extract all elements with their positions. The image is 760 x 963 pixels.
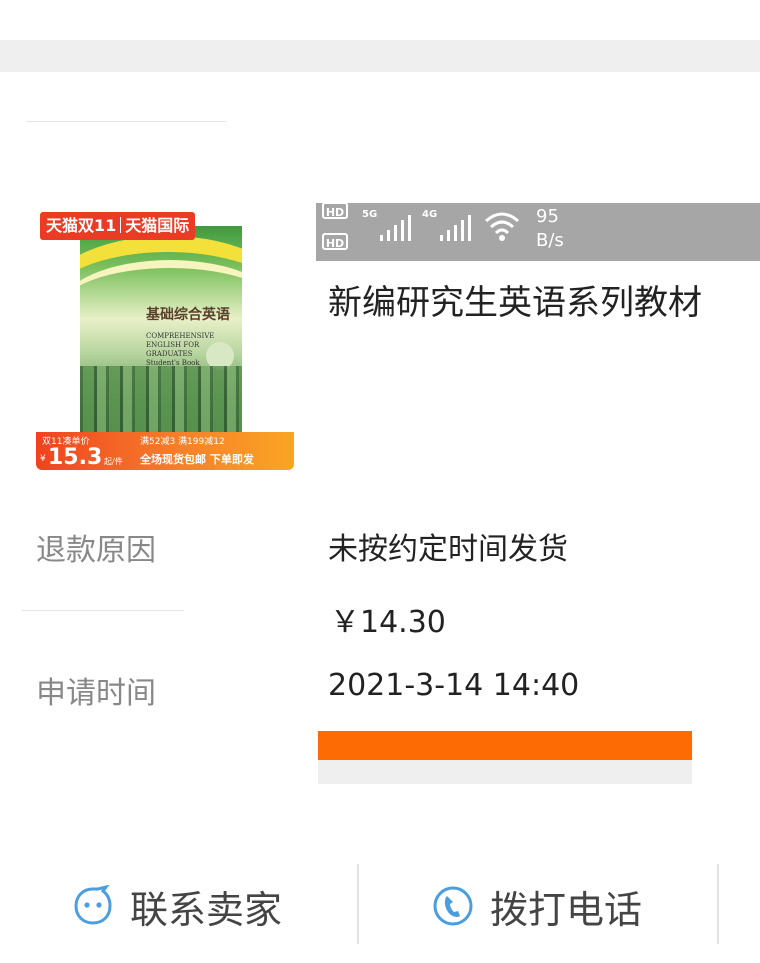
call-phone-button[interactable]: 拨打电话: [432, 866, 642, 946]
badge-tmall-intl: 天猫国际: [125, 216, 190, 235]
call-phone-label: 拨打电话: [490, 887, 643, 932]
price-banner: 双11凑单价 ¥ 15.3 起/件 满52减3 满199减12 全场现货包邮 下…: [36, 432, 294, 470]
book-title-cn: 基础综合英语: [146, 307, 230, 323]
apply-time-value: 2021-3-14 14:40: [328, 668, 580, 703]
network-speed: 95 B/s: [536, 206, 564, 251]
divider: [22, 610, 184, 611]
apply-time-label: 申请时间: [36, 676, 156, 711]
divider: [357, 864, 359, 944]
contact-seller-label: 联系卖家: [130, 887, 283, 932]
top-separator-bar: [0, 40, 760, 72]
network-5g-label: 5G: [362, 209, 378, 220]
refund-progress-bar: [318, 731, 692, 760]
currency-symbol: ¥: [40, 454, 46, 464]
chat-face-icon: [74, 885, 112, 925]
product-image[interactable]: 基础综合英语 COMPREHENSIVE ENGLISH FOR GRADUAT…: [36, 212, 294, 470]
divider: [717, 864, 719, 944]
divider: [26, 121, 226, 122]
promo-discount: 满52减3 满199减12: [140, 437, 225, 447]
hd-icon: HD: [322, 202, 348, 219]
tmall-badge: 天猫双11 天猫国际: [40, 212, 196, 240]
refund-reason-value: 未按约定时间发货: [328, 532, 568, 567]
refund-amount: ￥14.30: [330, 605, 446, 640]
status-bar-overlay: HD HD 5G 4G 95 B/s: [316, 202, 760, 261]
hd-icon: HD: [322, 233, 348, 250]
badge-double11: 天猫双11: [46, 216, 117, 235]
signal-bars-icon: [378, 215, 412, 241]
image-price: 15.3: [48, 445, 103, 470]
price-unit: 起/件: [104, 457, 123, 466]
phone-icon: [433, 886, 473, 926]
wifi-icon: [485, 212, 519, 241]
product-title[interactable]: 新编研究生英语系列教材: [328, 275, 702, 324]
book-cover: 基础综合英语 COMPREHENSIVE ENGLISH FOR GRADUAT…: [80, 226, 242, 458]
contact-seller-button[interactable]: 联系卖家: [72, 866, 282, 946]
signal-bars-icon: [438, 215, 472, 241]
refund-reason-label: 退款原因: [36, 533, 156, 568]
network-4g-label: 4G: [422, 209, 438, 220]
refund-progress-track: [318, 760, 692, 784]
promo-shipping: 全场现货包邮 下单即发: [140, 453, 254, 466]
